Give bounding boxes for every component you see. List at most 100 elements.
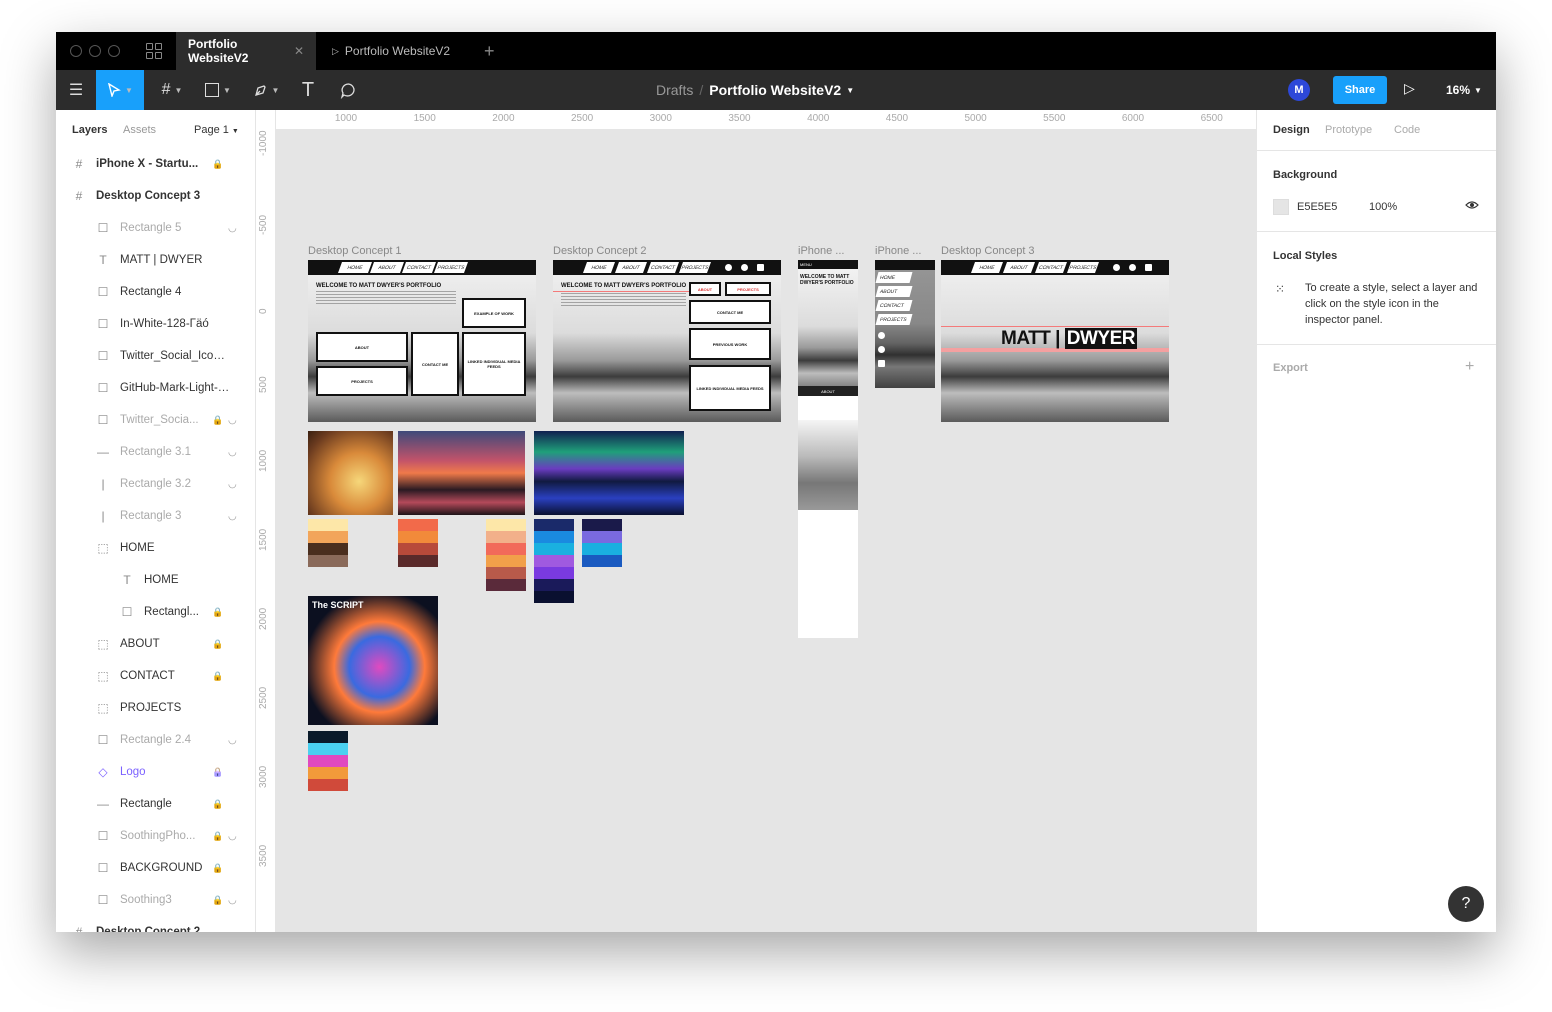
layer-row[interactable]: # Desktop Concept 3 (56, 180, 255, 212)
color-swatch[interactable] (582, 543, 622, 555)
color-swatch[interactable] (486, 519, 526, 531)
file-name[interactable]: Portfolio WebsiteV2 (709, 82, 841, 98)
layer-row[interactable]: ⬚ HOME (56, 532, 255, 564)
layer-row[interactable]: ☐ Rectangle 5 ◡ (56, 212, 255, 244)
file-browser-icon[interactable] (146, 43, 162, 59)
layer-row[interactable]: ☐ BACKGROUND 🔒 (56, 852, 255, 884)
shape-tool-button[interactable]: ▼ (200, 70, 236, 110)
hidden-eye-icon[interactable]: ◡ (228, 415, 237, 426)
color-swatch[interactable] (308, 743, 348, 755)
hidden-eye-icon[interactable]: ◡ (228, 479, 237, 490)
iphone-frame-2[interactable]: HOME ABOUT CONTACT PROJECTS (875, 260, 935, 388)
color-swatch[interactable] (534, 543, 574, 555)
color-swatch[interactable] (582, 519, 622, 531)
color-swatch[interactable] (398, 531, 438, 543)
layer-row[interactable]: T MATT | DWYER (56, 244, 255, 276)
color-swatch[interactable] (582, 531, 622, 543)
close-tab-icon[interactable]: ✕ (294, 44, 304, 58)
lock-icon[interactable]: 🔒 (212, 671, 223, 682)
lock-icon[interactable]: 🔒 (212, 895, 223, 906)
page-selector[interactable]: Page 1 ▼ (194, 124, 239, 136)
color-swatch[interactable] (308, 531, 348, 543)
text-tool-icon[interactable]: T (296, 70, 320, 110)
frame-title[interactable]: iPhone ... (798, 245, 844, 257)
tab-portfolio-prototype[interactable]: ▷ Portfolio WebsiteV2 (320, 32, 470, 70)
layer-row[interactable]: — Rectangle 🔒 (56, 788, 255, 820)
lock-icon[interactable]: 🔒 (212, 415, 223, 426)
album-cover-photo[interactable]: The SCRIPT (308, 596, 438, 725)
tab-layers[interactable]: Layers (72, 124, 107, 136)
layer-row[interactable]: ☐ Twitter_Socia... 🔒 ◡ (56, 404, 255, 436)
color-swatch[interactable] (534, 591, 574, 603)
color-swatch[interactable] (398, 555, 438, 567)
canvas[interactable]: 1000 1500 2000 2500 3000 3500 4000 4500 5000 5500… (256, 110, 1256, 932)
tab-design[interactable]: Design (1273, 124, 1310, 136)
layer-row[interactable]: ☐ Soothing3 🔒 ◡ (56, 884, 255, 916)
zoom-dropdown[interactable]: 16% ▼ (1446, 70, 1482, 110)
layer-row[interactable]: ⬚ ABOUT 🔒 (56, 628, 255, 660)
pink-sunset-photo[interactable] (398, 431, 525, 515)
desktop-concept-3-frame[interactable]: HOME ABOUT CONTACT PROJECTS MATT | DWYER (941, 260, 1169, 422)
frame-title[interactable]: Desktop Concept 3 (941, 245, 1035, 257)
color-swatch[interactable] (308, 519, 348, 531)
tab-prototype[interactable]: Prototype (1325, 124, 1372, 136)
layer-row[interactable]: ☐ Rectangle 4 (56, 276, 255, 308)
chevron-down-icon[interactable]: ▼ (846, 86, 854, 95)
sunset-tree-photo[interactable] (308, 431, 393, 515)
frame-title[interactable]: iPhone ... (875, 245, 921, 257)
hidden-eye-icon[interactable]: ◡ (228, 223, 237, 234)
main-menu-icon[interactable]: ☰ (56, 70, 96, 110)
breadcrumb-drafts[interactable]: Drafts (656, 82, 693, 98)
tab-portfolio-editor[interactable]: Portfolio WebsiteV2 ✕ (176, 32, 316, 70)
layer-row[interactable]: # Desktop Concept 2 (56, 916, 255, 932)
lock-icon[interactable]: 🔒 (212, 863, 223, 874)
color-swatch[interactable] (582, 555, 622, 567)
color-swatch[interactable] (486, 579, 526, 591)
desktop-concept-1-frame[interactable]: HOME ABOUT CONTACT PROJECTS WELCOME TO M… (308, 260, 536, 422)
hidden-eye-icon[interactable]: ◡ (228, 511, 237, 522)
layer-row[interactable]: ⬚ CONTACT 🔒 (56, 660, 255, 692)
layer-row[interactable]: ☐ Rectangle 2.4 ◡ (56, 724, 255, 756)
move-tool-button[interactable]: ▼ (96, 70, 144, 110)
lock-icon[interactable]: 🔒 (212, 831, 223, 842)
close-window-button[interactable] (70, 45, 82, 57)
color-swatch[interactable] (486, 543, 526, 555)
tab-code[interactable]: Code (1394, 124, 1420, 136)
frame-title[interactable]: Desktop Concept 1 (308, 245, 402, 257)
hidden-eye-icon[interactable]: ◡ (228, 831, 237, 842)
color-swatch[interactable] (486, 531, 526, 543)
color-swatch[interactable] (398, 543, 438, 555)
color-swatch[interactable] (308, 755, 348, 767)
color-swatch[interactable] (308, 779, 348, 791)
color-swatch[interactable] (308, 731, 348, 743)
share-button[interactable]: Share (1333, 76, 1387, 104)
lock-icon[interactable]: 🔒 (212, 607, 223, 618)
pen-tool-button[interactable]: ▼ (248, 70, 284, 110)
layer-row[interactable]: ☐ In-White-128-Γäó (56, 308, 255, 340)
new-tab-icon[interactable]: + (484, 41, 495, 62)
frame-title[interactable]: Desktop Concept 2 (553, 245, 647, 257)
aurora-photo[interactable] (534, 431, 684, 515)
color-swatch[interactable] (534, 579, 574, 591)
color-swatch[interactable] (486, 555, 526, 567)
color-swatch[interactable] (534, 555, 574, 567)
lock-icon[interactable]: 🔒 (212, 159, 223, 170)
layer-row[interactable]: ⬚ PROJECTS (56, 692, 255, 724)
color-swatch[interactable] (534, 567, 574, 579)
background-opacity-input[interactable]: 100% (1369, 201, 1397, 213)
layer-row[interactable]: # iPhone X - Startu... 🔒 (56, 148, 255, 180)
lock-icon[interactable]: 🔒 (212, 799, 223, 810)
background-hex-input[interactable]: E5E5E5 (1297, 201, 1337, 213)
layer-row[interactable]: | Rectangle 3 ◡ (56, 500, 255, 532)
lock-icon[interactable]: 🔒 (212, 639, 223, 650)
color-swatch[interactable] (308, 543, 348, 555)
layer-row[interactable]: T HOME (56, 564, 255, 596)
hidden-eye-icon[interactable]: ◡ (228, 895, 237, 906)
help-button[interactable]: ? (1448, 886, 1484, 922)
color-swatch[interactable] (534, 519, 574, 531)
avatar[interactable]: M (1288, 79, 1310, 101)
layer-row[interactable]: ☐ SoothingPho... 🔒 ◡ (56, 820, 255, 852)
iphone-frame-1[interactable]: MENU WELCOME TO MATT DWYER'S PORTFOLIO A… (798, 260, 858, 638)
color-swatch[interactable] (534, 531, 574, 543)
tab-assets[interactable]: Assets (123, 124, 156, 136)
